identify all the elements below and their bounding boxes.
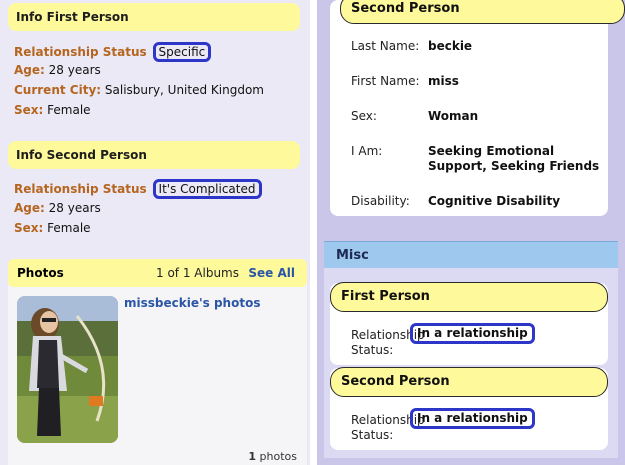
second-relationship-row: Relationship Status It's Complicated <box>14 179 262 199</box>
misc-first-person-card: First Person Relationship Status: In a r… <box>330 282 608 365</box>
second-age-value: 28 years <box>48 201 101 215</box>
second-relationship-label: Relationship Status <box>14 182 147 196</box>
album-thumbnail[interactable] <box>17 296 118 443</box>
first-relationship-label: Relationship Status <box>14 45 147 59</box>
second-sex-label: Sex: <box>14 221 44 235</box>
misc-first-person-title: First Person <box>330 282 608 312</box>
first-person-header: Info First Person <box>8 3 300 31</box>
disability-value: Cognitive Disability <box>428 194 561 208</box>
second-sex-row: Sex: Female <box>14 221 91 235</box>
i-am-label: I Am: <box>351 144 383 158</box>
first-age-value: 28 years <box>48 63 101 77</box>
misc-second-person-card: Second Person Relationship Status: In a … <box>330 367 608 450</box>
first-relationship-value: Specific <box>152 42 212 62</box>
album-title-link[interactable]: missbeckie's photos <box>124 296 260 310</box>
second-person-header: Info Second Person <box>8 141 300 169</box>
misc-second-relationship-value: In a relationship <box>410 408 535 429</box>
first-city-value: Salisbury, United Kingdom <box>104 83 264 97</box>
misc-first-relationship-label-line2: Status: <box>351 343 394 357</box>
first-age-label: Age: <box>14 63 45 77</box>
second-sex-value: Female <box>47 221 91 235</box>
second-person-card-title: Second Person <box>340 0 625 24</box>
first-city-label: Current City: <box>14 83 102 97</box>
see-all-link[interactable]: See All <box>248 259 295 287</box>
first-age-row: Age: 28 years <box>14 63 101 77</box>
photos-count-number: 1 <box>248 450 257 463</box>
left-column: Info First Person Relationship Status Sp… <box>0 0 310 465</box>
first-sex-label: Sex: <box>14 103 44 117</box>
misc-second-relationship-label-line2: Status: <box>351 428 394 442</box>
right-column: Second Person Last Name: beckie First Na… <box>317 0 625 465</box>
first-city-row: Current City: Salisbury, United Kingdom <box>14 83 264 97</box>
first-name-value: miss <box>428 74 459 88</box>
second-age-label: Age: <box>14 201 45 215</box>
i-am-value: Seeking Emotional Support, Seeking Frien… <box>428 144 600 173</box>
album-photo-image <box>17 296 118 443</box>
misc-first-relationship-value: In a relationship <box>410 323 535 344</box>
first-sex-row: Sex: Female <box>14 103 91 117</box>
misc-header: Misc <box>324 241 618 268</box>
photos-title: Photos <box>17 266 64 280</box>
misc-second-person-title: Second Person <box>330 367 608 397</box>
second-age-row: Age: 28 years <box>14 201 101 215</box>
photos-count-label: photos <box>259 450 297 463</box>
second-relationship-value: It's Complicated <box>152 179 262 199</box>
photos-header: Photos 1 of 1 Albums See All <box>8 259 307 287</box>
sex-value: Woman <box>428 109 479 123</box>
sex-label: Sex: <box>351 109 377 123</box>
photos-count: 1 photos <box>248 450 297 463</box>
second-person-card: Second Person Last Name: beckie First Na… <box>330 0 625 216</box>
first-name-label: First Name: <box>351 74 420 88</box>
photos-panel: Photos 1 of 1 Albums See All missbeckie'… <box>8 259 307 465</box>
first-relationship-row: Relationship Status Specific <box>14 42 212 62</box>
disability-label: Disability: <box>351 194 410 208</box>
last-name-value: beckie <box>428 39 473 53</box>
first-sex-value: Female <box>47 103 91 117</box>
albums-count: 1 of 1 Albums <box>156 266 239 280</box>
misc-second-relationship-value-wrap: In a relationship <box>410 408 535 429</box>
last-name-label: Last Name: <box>351 39 420 53</box>
misc-first-relationship-value-wrap: In a relationship <box>410 323 535 344</box>
